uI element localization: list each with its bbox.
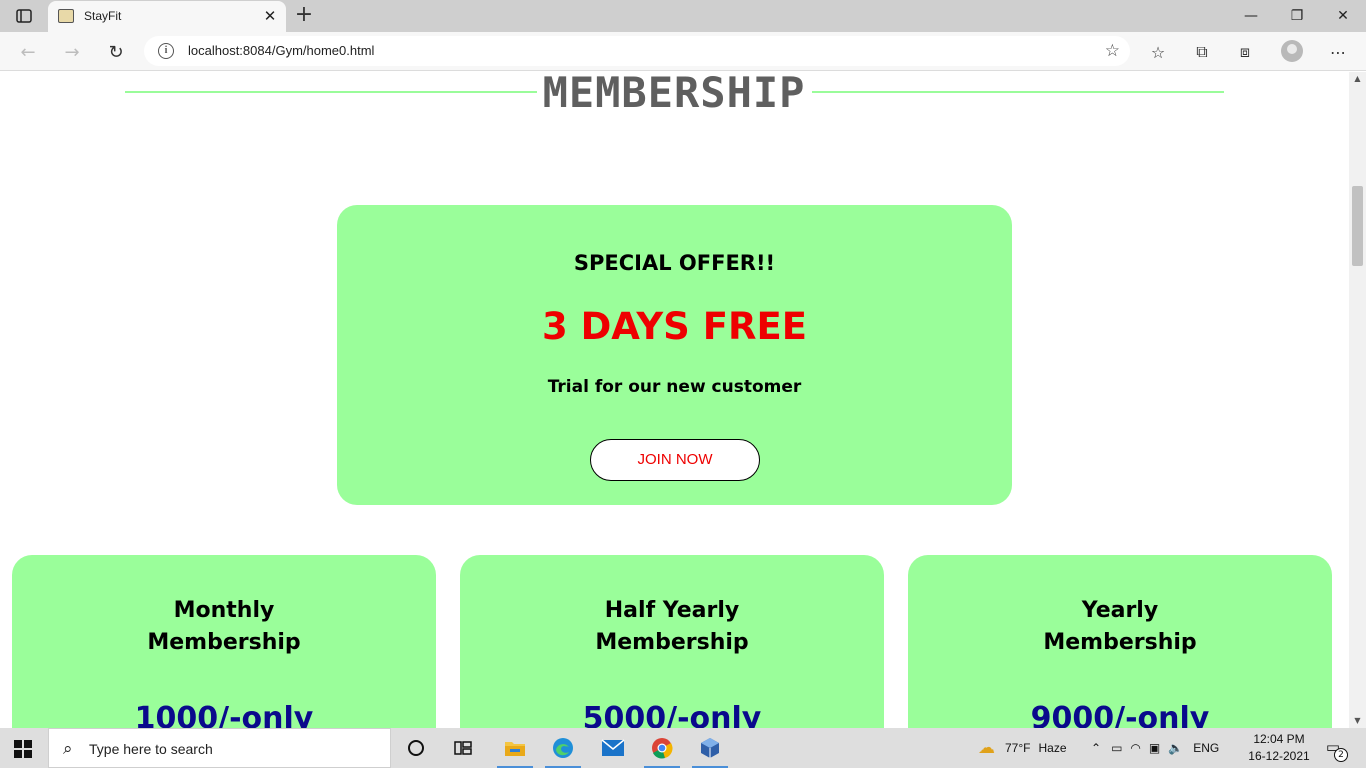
close-tab-icon[interactable]: ✕ bbox=[262, 7, 278, 25]
notification-count-badge: 2 bbox=[1334, 748, 1348, 762]
plan-name-line2: Membership bbox=[1043, 630, 1197, 655]
extensions-icon[interactable]: ⧈ bbox=[1232, 39, 1258, 65]
collections-icon[interactable]: ⧉ bbox=[1189, 39, 1215, 65]
restore-button[interactable]: ❐ bbox=[1274, 0, 1320, 32]
plan-name: Monthly Membership bbox=[12, 595, 436, 659]
add-favorite-icon[interactable]: ☆ bbox=[1105, 41, 1120, 61]
language-indicator[interactable]: ENG bbox=[1193, 741, 1219, 755]
plan-name-line2: Membership bbox=[147, 630, 301, 655]
plan-price: 1000/-only bbox=[134, 701, 314, 728]
browser-tab-bar: StayFit ✕ + — ❐ ✕ bbox=[0, 0, 1366, 32]
volume-icon[interactable]: 🔈 bbox=[1168, 741, 1183, 755]
offer-subtitle: Trial for our new customer bbox=[547, 377, 802, 397]
profile-avatar[interactable] bbox=[1281, 40, 1303, 62]
plan-name: Yearly Membership bbox=[908, 595, 1332, 659]
plan-price: 5000/-only bbox=[582, 701, 762, 728]
plan-name-line2: Membership bbox=[595, 630, 749, 655]
offer-highlight: 3 DAYS FREE bbox=[541, 305, 808, 348]
meet-now-icon[interactable]: ▣ bbox=[1149, 741, 1160, 755]
weather-text: Haze bbox=[1038, 741, 1067, 755]
new-tab-button[interactable]: + bbox=[292, 4, 316, 28]
offer-title: SPECIAL OFFER!! bbox=[573, 251, 776, 275]
plan-card-half-yearly: Half Yearly Membership 5000/-only bbox=[460, 555, 884, 728]
taskbar-clock[interactable]: 12:04 PM 16-12-2021 bbox=[1244, 731, 1314, 765]
plan-name-line1: Monthly bbox=[173, 598, 275, 623]
plan-name-line1: Yearly bbox=[1081, 598, 1159, 623]
site-favicon-icon bbox=[58, 9, 74, 23]
clock-date: 16-12-2021 bbox=[1248, 749, 1310, 763]
address-bar[interactable]: i localhost:8084/Gym/home0.html ☆ bbox=[144, 36, 1130, 66]
special-offer-card: SPECIAL OFFER!! 3 DAYS FREE Trial for ou… bbox=[337, 205, 1012, 505]
site-info-icon[interactable]: i bbox=[158, 43, 174, 59]
plan-name-line1: Half Yearly bbox=[604, 598, 740, 623]
scrollbar-thumb[interactable] bbox=[1352, 186, 1363, 266]
heading-divider-left bbox=[125, 91, 537, 93]
section-heading: MEMBERSHIP bbox=[542, 72, 806, 117]
weather-widget[interactable]: ☁ 77°F Haze bbox=[978, 728, 1067, 768]
chrome-browser-icon[interactable] bbox=[640, 728, 684, 768]
clock-time: 12:04 PM bbox=[1253, 732, 1305, 746]
more-menu-icon[interactable]: ⋯ bbox=[1325, 39, 1351, 65]
plan-card-yearly: Yearly Membership 9000/-only bbox=[908, 555, 1332, 728]
scroll-down-arrow-icon[interactable]: ▼ bbox=[1349, 714, 1366, 728]
heading-divider-right bbox=[812, 91, 1224, 93]
task-view-icon[interactable] bbox=[441, 728, 485, 768]
join-now-button[interactable]: JOIN NOW bbox=[590, 439, 760, 481]
browser-tab-active[interactable]: StayFit ✕ bbox=[48, 1, 286, 32]
file-explorer-icon[interactable] bbox=[493, 728, 537, 768]
wifi-icon[interactable]: ◠ bbox=[1130, 741, 1140, 755]
taskbar-search-box[interactable]: ⌕ Type here to search bbox=[48, 728, 391, 768]
notifications-icon[interactable]: ▭ 2 bbox=[1322, 738, 1348, 762]
plan-price: 9000/-only bbox=[1030, 701, 1210, 728]
tab-actions-icon[interactable] bbox=[8, 6, 40, 26]
browser-toolbar: ← → ↻ i localhost:8084/Gym/home0.html ☆ … bbox=[0, 32, 1366, 71]
windows-start-icon[interactable] bbox=[14, 740, 32, 758]
close-window-button[interactable]: ✕ bbox=[1320, 0, 1366, 32]
weather-haze-icon: ☁ bbox=[978, 738, 995, 757]
page-scrollbar[interactable]: ▲ ▼ bbox=[1349, 72, 1366, 728]
system-tray: ⌃ ▭ ◠ ▣ 🔈 ENG bbox=[1091, 728, 1219, 768]
weather-temp: 77°F bbox=[1005, 741, 1031, 755]
cortana-icon[interactable] bbox=[394, 728, 438, 768]
windows-taskbar: ⌕ Type here to search ☁ 77°F Haze ⌃ ▭ ◠ … bbox=[0, 728, 1366, 768]
favorites-icon[interactable]: ☆ bbox=[1145, 39, 1171, 65]
tab-title: StayFit bbox=[84, 9, 122, 23]
plan-card-monthly: Monthly Membership 1000/-only bbox=[12, 555, 436, 728]
scroll-up-arrow-icon[interactable]: ▲ bbox=[1349, 72, 1366, 86]
mail-icon[interactable] bbox=[591, 728, 635, 768]
back-button[interactable]: ← bbox=[14, 38, 42, 66]
edge-browser-icon[interactable] bbox=[541, 728, 585, 768]
battery-icon[interactable]: ▭ bbox=[1111, 741, 1122, 755]
minimize-button[interactable]: — bbox=[1228, 0, 1274, 32]
page-viewport: MEMBERSHIP SPECIAL OFFER!! 3 DAYS FREE T… bbox=[0, 72, 1349, 728]
url-text[interactable]: localhost:8084/Gym/home0.html bbox=[188, 43, 374, 58]
search-placeholder[interactable]: Type here to search bbox=[89, 741, 213, 757]
plan-name: Half Yearly Membership bbox=[460, 595, 884, 659]
search-icon: ⌕ bbox=[63, 739, 73, 759]
refresh-button[interactable]: ↻ bbox=[102, 38, 130, 66]
forward-button[interactable]: → bbox=[58, 38, 86, 66]
show-hidden-icons-icon[interactable]: ⌃ bbox=[1091, 741, 1101, 755]
virtualbox-icon[interactable] bbox=[688, 728, 732, 768]
